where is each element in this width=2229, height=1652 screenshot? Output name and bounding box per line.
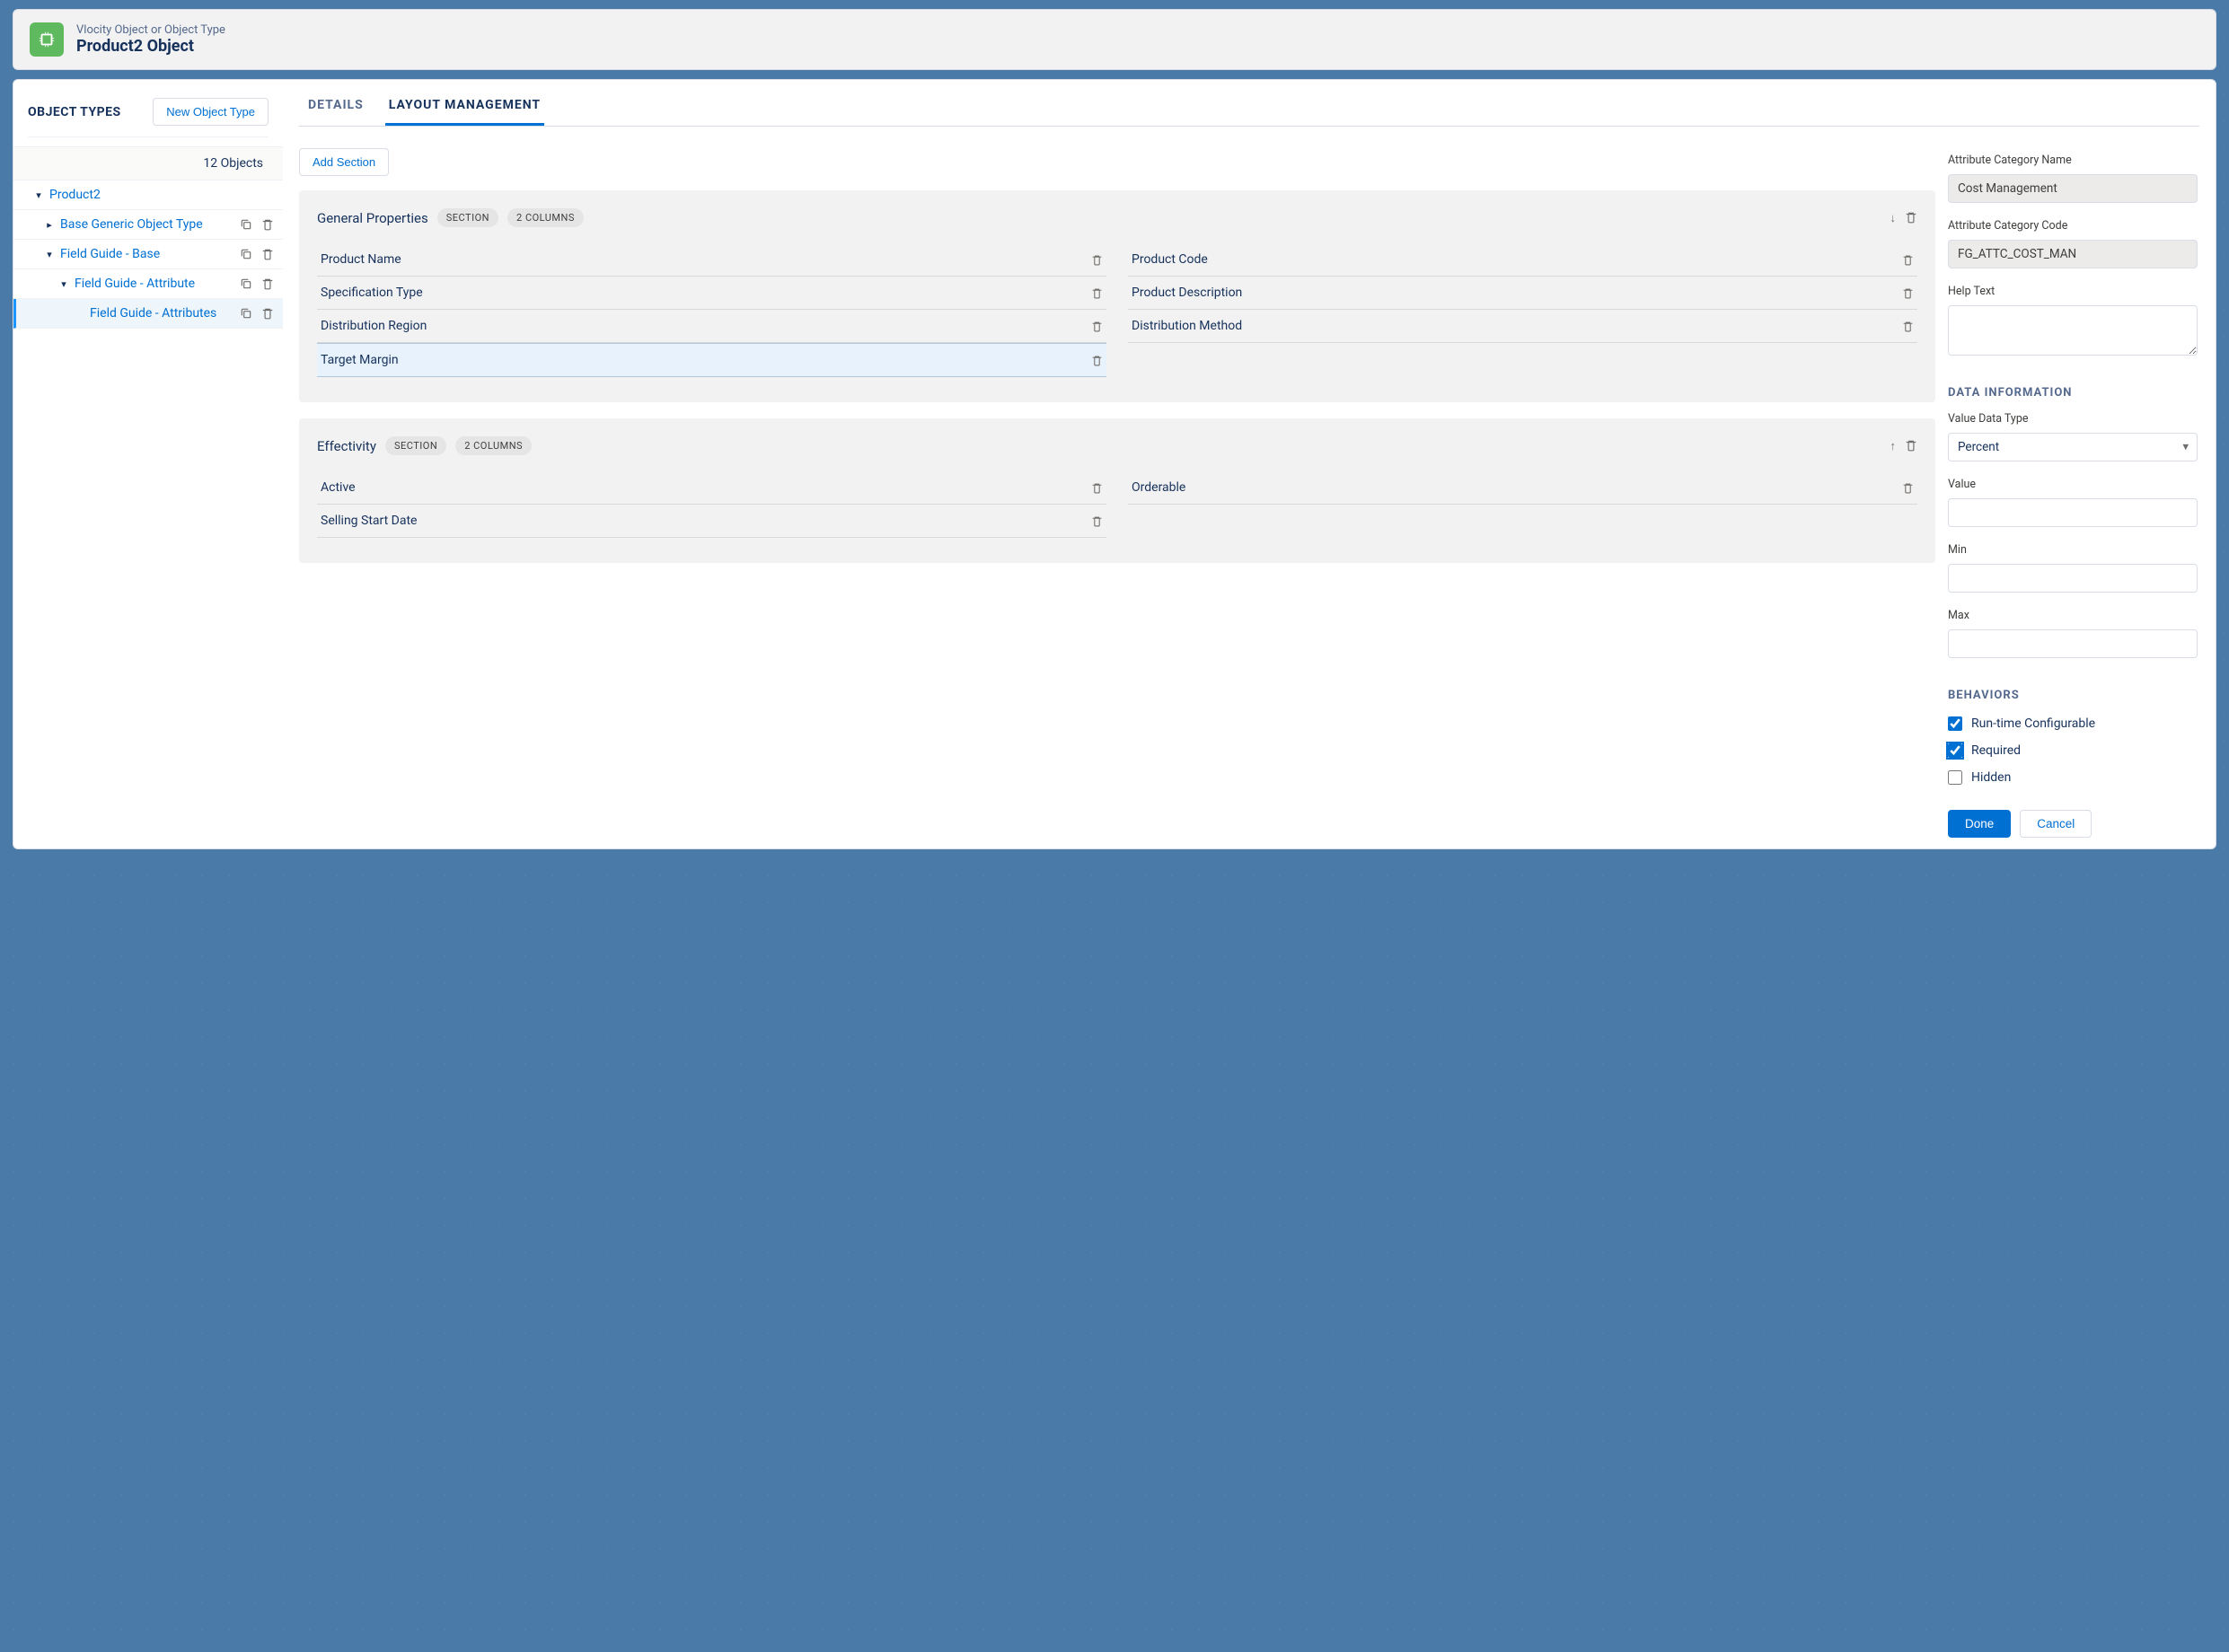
behaviors-header: BEHAVIORS: [1948, 689, 2198, 702]
label-max: Max: [1948, 609, 2198, 622]
workzone: Add Section General Properties SECTION 2…: [299, 148, 2199, 848]
trash-icon[interactable]: [261, 248, 274, 260]
add-section-button[interactable]: Add Section: [299, 148, 389, 176]
field-row[interactable]: Selling Start Date: [317, 505, 1106, 538]
min-field[interactable]: [1948, 564, 2198, 593]
divider: [28, 136, 269, 137]
trash-icon[interactable]: [1905, 211, 1917, 225]
sidebar-title: OBJECT TYPES: [28, 105, 121, 119]
page-header-title: Product2 Object: [76, 37, 225, 56]
section-effectivity: Effectivity SECTION 2 COLUMNS ↑ Active S…: [299, 418, 1935, 563]
max-field[interactable]: [1948, 629, 2198, 658]
label-attr-cat-code: Attribute Category Code: [1948, 219, 2198, 233]
field-row-target-margin[interactable]: Target Margin: [317, 343, 1106, 377]
copy-icon[interactable]: [240, 307, 252, 320]
cancel-button[interactable]: Cancel: [2020, 810, 2092, 838]
sections-column: Add Section General Properties SECTION 2…: [299, 148, 1935, 848]
tree-label: Base Generic Object Type: [60, 217, 234, 232]
trash-icon[interactable]: [1091, 355, 1103, 366]
section-general-properties: General Properties SECTION 2 COLUMNS ↓ P…: [299, 190, 1935, 402]
page-header-kicker: Vlocity Object or Object Type: [76, 23, 225, 37]
checkbox-required[interactable]: Required: [1948, 743, 2198, 758]
tree-item-field-guide-attributes[interactable]: Field Guide - Attributes: [13, 299, 283, 329]
section-columns-pill: 2 COLUMNS: [507, 208, 584, 227]
trash-icon[interactable]: [1902, 254, 1914, 266]
label-min: Min: [1948, 543, 2198, 557]
trash-icon[interactable]: [261, 218, 274, 231]
tree-label: Field Guide - Attribute: [75, 277, 234, 291]
copy-icon[interactable]: [240, 277, 252, 290]
sidebar: OBJECT TYPES New Object Type 12 Objects …: [13, 80, 283, 848]
properties-panel: Attribute Category Name Attribute Catego…: [1948, 148, 2199, 848]
field-row[interactable]: Distribution Method: [1128, 310, 1917, 343]
field-row[interactable]: Product Description: [1128, 277, 1917, 310]
trash-icon[interactable]: [1091, 287, 1103, 299]
page-header: Vlocity Object or Object Type Product2 O…: [13, 9, 2216, 70]
section-type-pill: SECTION: [385, 436, 446, 455]
label-value-data-type: Value Data Type: [1948, 412, 2198, 426]
done-button[interactable]: Done: [1948, 810, 2011, 838]
object-tree: ▾ Product2 ▸ Base Generic Object Type ▾ …: [13, 180, 283, 329]
chevron-down-icon: ▾: [44, 249, 55, 260]
field-row[interactable]: Active: [317, 471, 1106, 505]
arrow-down-icon[interactable]: ↓: [1890, 211, 1897, 225]
copy-icon[interactable]: [240, 248, 252, 260]
checkbox-runtime-configurable[interactable]: Run-time Configurable: [1948, 716, 2198, 731]
trash-icon[interactable]: [1902, 482, 1914, 494]
tab-details[interactable]: DETAILS: [304, 87, 367, 126]
vlocity-icon: [30, 22, 64, 57]
attr-cat-name-field: [1948, 174, 2198, 203]
new-object-type-button[interactable]: New Object Type: [153, 98, 269, 126]
chevron-down-icon: ▾: [33, 189, 44, 201]
main-card: OBJECT TYPES New Object Type 12 Objects …: [13, 79, 2216, 849]
tree-root-product2[interactable]: ▾ Product2: [13, 180, 283, 210]
value-field[interactable]: [1948, 498, 2198, 527]
data-information-header: DATA INFORMATION: [1948, 386, 2198, 400]
field-row[interactable]: Distribution Region: [317, 310, 1106, 343]
trash-icon[interactable]: [1905, 439, 1917, 453]
copy-icon[interactable]: [240, 218, 252, 231]
chevron-right-icon: ▸: [44, 219, 55, 231]
trash-icon[interactable]: [1902, 321, 1914, 332]
trash-icon[interactable]: [1091, 515, 1103, 527]
chevron-down-icon: ▾: [58, 278, 69, 290]
field-row[interactable]: Product Name: [317, 243, 1106, 277]
checkbox-hidden[interactable]: Hidden: [1948, 770, 2198, 785]
attr-cat-code-field: [1948, 240, 2198, 268]
field-row[interactable]: Product Code: [1128, 243, 1917, 277]
tree-item-field-guide-attribute[interactable]: ▾ Field Guide - Attribute: [13, 269, 283, 299]
tab-layout-management[interactable]: LAYOUT MANAGEMENT: [385, 87, 544, 126]
arrow-up-icon[interactable]: ↑: [1890, 439, 1897, 453]
trash-icon[interactable]: [261, 307, 274, 320]
section-columns-pill: 2 COLUMNS: [455, 436, 532, 455]
section-title: Effectivity: [317, 438, 376, 454]
field-row[interactable]: Specification Type: [317, 277, 1106, 310]
trash-icon[interactable]: [1902, 287, 1914, 299]
object-count: 12 Objects: [13, 146, 283, 180]
trash-icon[interactable]: [1091, 254, 1103, 266]
tree-label: Product2: [49, 188, 274, 202]
tree-label: Field Guide - Attributes: [90, 306, 234, 321]
trash-icon[interactable]: [1091, 482, 1103, 494]
tree-item-field-guide-base[interactable]: ▾ Field Guide - Base: [13, 240, 283, 269]
tree-item-base-generic[interactable]: ▸ Base Generic Object Type: [13, 210, 283, 240]
tabs: DETAILS LAYOUT MANAGEMENT: [299, 87, 2199, 127]
content-area: DETAILS LAYOUT MANAGEMENT Add Section Ge…: [283, 80, 2216, 848]
section-type-pill: SECTION: [437, 208, 498, 227]
trash-icon[interactable]: [261, 277, 274, 290]
label-value: Value: [1948, 478, 2198, 491]
help-text-field[interactable]: [1948, 305, 2198, 356]
field-row[interactable]: Orderable: [1128, 471, 1917, 505]
label-help-text: Help Text: [1948, 285, 2198, 298]
value-data-type-select[interactable]: Percent: [1948, 433, 2198, 461]
section-title: General Properties: [317, 210, 428, 226]
tree-label: Field Guide - Base: [60, 247, 234, 261]
trash-icon[interactable]: [1091, 321, 1103, 332]
label-attr-cat-name: Attribute Category Name: [1948, 154, 2198, 167]
